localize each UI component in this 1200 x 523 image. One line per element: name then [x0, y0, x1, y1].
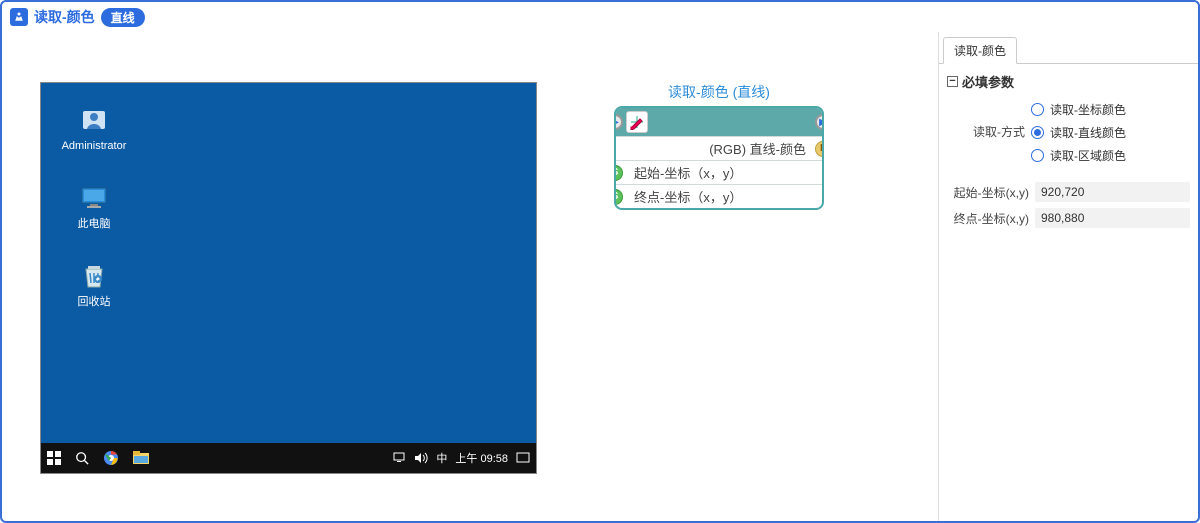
ime-indicator[interactable]: 中	[436, 450, 447, 466]
panel-tabs: 读取-颜色	[939, 32, 1198, 64]
end-coord-field: 终点-坐标(x,y) 980,880	[947, 208, 1190, 228]
exec-out-port[interactable]: ▶	[815, 114, 824, 130]
end-coord-input[interactable]: 980,880	[1035, 208, 1190, 228]
desktop-icon-label: Administrator	[62, 140, 127, 153]
radio-read-area-color[interactable]: 读取-区域颜色	[1031, 147, 1126, 164]
trash-icon	[77, 259, 111, 293]
start-coord-input[interactable]: 920,720	[1035, 182, 1190, 202]
node-body: ▶ ▶ (RGB) 直线-颜色 L S 起始-坐标（x，y）	[614, 106, 824, 210]
section-title: 必填参数	[962, 72, 1014, 91]
required-params-section: − 必填参数 读取-方式 读取-坐标颜色 读取-直线颜色	[939, 64, 1198, 242]
start-icon[interactable]	[47, 451, 61, 465]
node-title: 读取-颜色 (直线)	[614, 82, 824, 102]
eyedropper-icon	[626, 111, 648, 133]
workflow-node[interactable]: 读取-颜色 (直线) ▶ ▶ (RGB) 直线-颜色 L S	[614, 82, 824, 210]
person-icon	[10, 8, 28, 26]
monitor-icon	[77, 181, 111, 215]
radio-icon	[1031, 126, 1044, 139]
notification-icon[interactable]	[516, 452, 530, 464]
desktop-icon-administrator[interactable]: Administrator	[59, 103, 129, 153]
volume-icon[interactable]	[414, 452, 428, 464]
desktop-icon-recycle-bin[interactable]: 回收站	[59, 259, 129, 309]
window-title: 读取-颜色	[34, 7, 95, 27]
desktop-icon-label: 此电脑	[78, 218, 111, 231]
search-icon[interactable]	[75, 451, 89, 465]
tab-read-color[interactable]: 读取-颜色	[943, 37, 1017, 64]
input-port[interactable]: S	[614, 165, 623, 181]
title-bar: 读取-颜色 直线	[2, 2, 1198, 32]
desktop-icon-this-pc[interactable]: 此电脑	[59, 181, 129, 231]
radio-read-point-color[interactable]: 读取-坐标颜色	[1031, 101, 1126, 118]
app-window: 读取-颜色 直线 Administrator	[0, 0, 1200, 523]
user-icon	[77, 103, 111, 137]
section-header[interactable]: − 必填参数	[947, 72, 1190, 91]
properties-panel: 读取-颜色 − 必填参数 读取-方式 读取-坐标颜色	[938, 32, 1198, 521]
node-input-row: S 终点-坐标（x，y）	[616, 184, 822, 208]
taskbar: 中 上午 09:58	[41, 443, 536, 473]
output-port[interactable]: L	[815, 141, 824, 157]
node-header[interactable]: ▶ ▶	[616, 108, 822, 136]
radio-read-line-color[interactable]: 读取-直线颜色	[1031, 124, 1126, 141]
desktop-icon-label: 回收站	[78, 296, 111, 309]
start-coord-field: 起始-坐标(x,y) 920,720	[947, 182, 1190, 202]
read-method-radio-group: 读取-坐标颜色 读取-直线颜色 读取-区域颜色	[1031, 101, 1126, 164]
clock[interactable]: 上午 09:58	[455, 450, 508, 466]
network-icon[interactable]	[392, 452, 406, 464]
input-port[interactable]: S	[614, 189, 623, 205]
canvas-area[interactable]: Administrator 此电脑 回收站	[2, 32, 938, 521]
collapse-icon[interactable]: −	[947, 76, 958, 87]
desktop-preview: Administrator 此电脑 回收站	[40, 82, 537, 474]
explorer-icon[interactable]	[133, 451, 149, 465]
node-input-row: S 起始-坐标（x，y）	[616, 160, 822, 184]
radio-icon	[1031, 149, 1044, 162]
main-area: Administrator 此电脑 回收站	[2, 32, 1198, 521]
node-output-row: (RGB) 直线-颜色 L	[616, 136, 822, 160]
method-label: 读取-方式	[947, 123, 1025, 140]
desktop-icons: Administrator 此电脑 回收站	[59, 103, 129, 310]
radio-icon	[1031, 103, 1044, 116]
mode-badge: 直线	[101, 8, 145, 27]
exec-in-port[interactable]: ▶	[614, 114, 623, 130]
chrome-icon[interactable]	[103, 450, 119, 466]
